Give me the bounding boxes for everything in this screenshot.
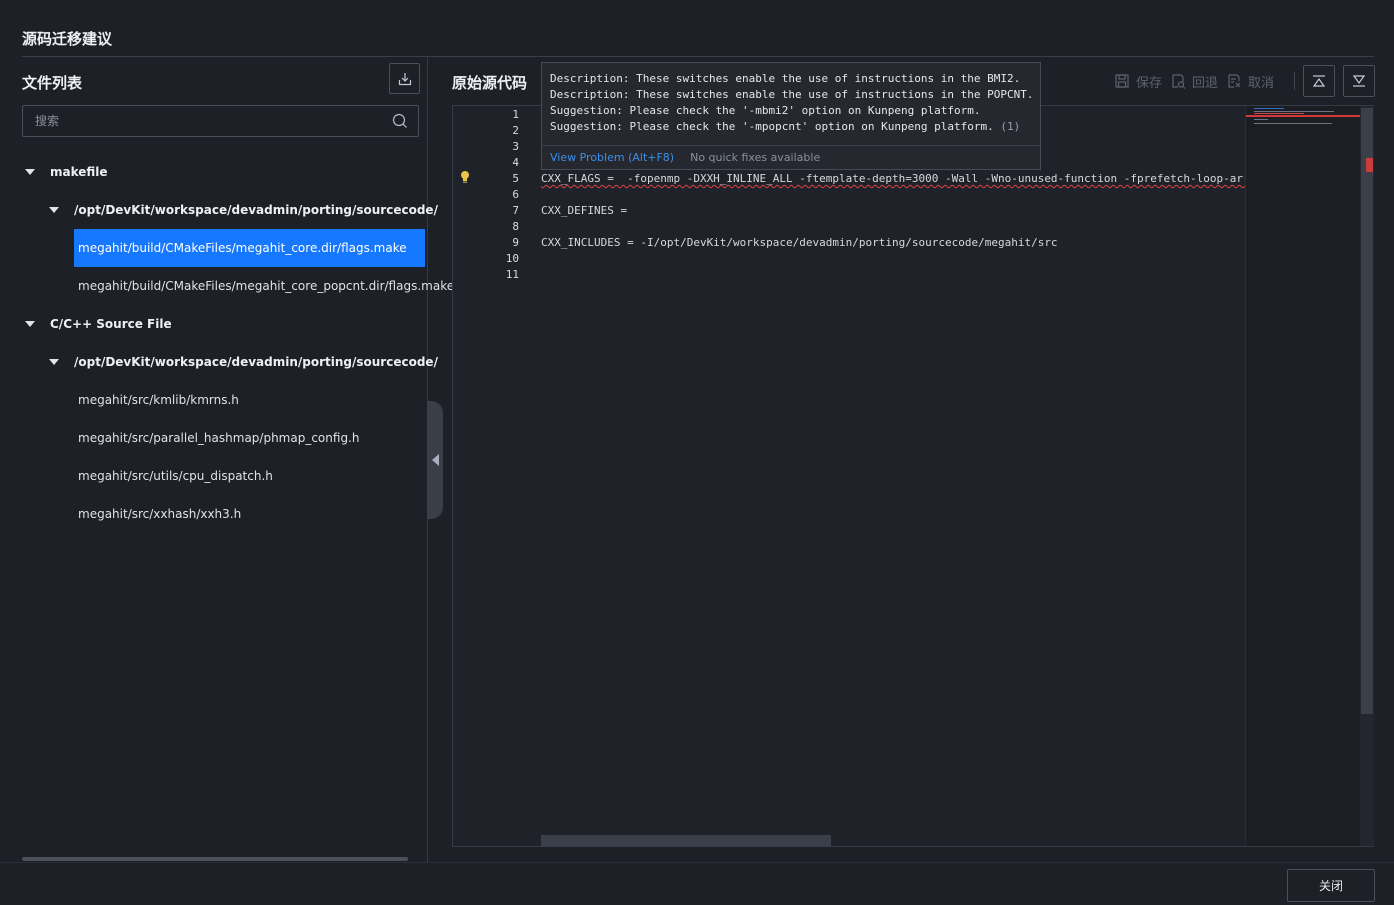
line-number: 9 xyxy=(512,236,519,249)
tree-folder[interactable]: /opt/DevKit/workspace/devadmin/porting/s… xyxy=(0,343,438,381)
revert-button[interactable]: 回退 xyxy=(1170,72,1218,91)
line-number: 11 xyxy=(505,268,519,281)
tree-file-label: megahit/build/CMakeFiles/megahit_core.di… xyxy=(78,241,407,255)
line-number: 4 xyxy=(512,156,519,169)
next-issue-button[interactable] xyxy=(1343,65,1375,97)
arrow-up-icon xyxy=(1312,75,1326,87)
line-number: 3 xyxy=(512,140,519,153)
problem-message: Suggestion: Please check the '-mpopcnt' … xyxy=(550,120,994,133)
hover-status-bar: View Problem (Alt+F8) No quick fixes ava… xyxy=(542,145,1040,169)
tree-group-cpp-source[interactable]: C/C++ Source File xyxy=(0,305,428,343)
tree-folder-label: /opt/DevKit/workspace/devadmin/porting/s… xyxy=(74,355,438,369)
close-button[interactable]: 关闭 xyxy=(1287,869,1375,902)
minimap-line xyxy=(1254,119,1268,120)
cancel-button[interactable]: 取消 xyxy=(1226,72,1274,91)
line-number: 8 xyxy=(512,220,519,233)
error-marker xyxy=(1366,158,1373,172)
chevron-left-icon xyxy=(431,454,439,466)
caret-down-icon[interactable] xyxy=(49,359,59,365)
view-problem-link[interactable]: View Problem (Alt+F8) xyxy=(550,151,674,164)
vertical-scrollbar[interactable] xyxy=(1360,106,1374,846)
problem-message: Suggestion: Please check the '-mbmi2' op… xyxy=(550,104,981,117)
tree-file-item[interactable]: megahit/build/CMakeFiles/megahit_core.di… xyxy=(74,229,425,267)
tree-folder[interactable]: /opt/DevKit/workspace/devadmin/porting/s… xyxy=(0,191,438,229)
tree-group-makefile[interactable]: makefile xyxy=(0,153,428,191)
problem-message: Description: These switches enable the u… xyxy=(550,72,1021,85)
search-icon[interactable] xyxy=(392,113,408,129)
minimap[interactable] xyxy=(1245,106,1362,846)
minimap-line xyxy=(1254,111,1334,112)
tree-file-item[interactable]: megahit/src/kmlib/kmrns.h xyxy=(74,381,425,419)
line-number-gutter: 1 2 3 4 5 6 7 8 9 10 11 xyxy=(453,106,539,846)
code-line: CXX_FLAGS = -fopenmp -DXXH_INLINE_ALL -f… xyxy=(541,172,1247,185)
line-number: 5 xyxy=(512,172,519,185)
cancel-icon xyxy=(1228,74,1241,88)
caret-down-icon[interactable] xyxy=(49,207,59,213)
collapse-panel-handle[interactable] xyxy=(427,401,443,519)
problem-hover-popup: Description: These switches enable the u… xyxy=(541,62,1041,170)
tree-file-label: megahit/src/parallel_hashmap/phmap_confi… xyxy=(78,431,360,445)
tree-file-label: megahit/build/CMakeFiles/megahit_core_po… xyxy=(78,279,455,293)
code-area[interactable]: CXX_FLAGS = -fopenmp -DXXH_INLINE_ALL -f… xyxy=(541,106,1247,846)
previous-issue-button[interactable] xyxy=(1303,65,1335,97)
line-number: 1 xyxy=(512,108,519,121)
search-field[interactable] xyxy=(22,105,419,137)
arrow-down-icon xyxy=(1352,75,1366,87)
scrollbar-thumb[interactable] xyxy=(1361,108,1373,714)
source-heading: 原始源代码 xyxy=(452,74,528,92)
tree-file-label: megahit/src/kmlib/kmrns.h xyxy=(78,393,239,407)
minimap-line xyxy=(1254,113,1304,114)
revert-icon xyxy=(1172,74,1186,89)
code-editor[interactable]: 1 2 3 4 5 6 7 8 9 10 11 CXX_FLAGS = -fop… xyxy=(452,105,1374,847)
line-number: 2 xyxy=(512,124,519,137)
no-quick-fixes-text: No quick fixes available xyxy=(690,151,821,164)
save-label: 保存 xyxy=(1136,75,1163,91)
editor-toolbar: 保存 回退 取消 xyxy=(1106,66,1274,96)
line-number: 6 xyxy=(512,188,519,201)
tree-file-label: megahit/src/xxhash/xxh3.h xyxy=(78,507,242,521)
problem-message: Description: These switches enable the u… xyxy=(550,88,1034,101)
download-icon xyxy=(398,72,411,85)
toolbar-divider xyxy=(1294,72,1295,90)
file-list-heading: 文件列表 xyxy=(22,74,83,92)
caret-down-icon[interactable] xyxy=(25,321,35,327)
tree-group-label: C/C++ Source File xyxy=(50,317,172,331)
tree-folder-label: /opt/DevKit/workspace/devadmin/porting/s… xyxy=(74,203,438,217)
lightbulb-icon[interactable] xyxy=(459,170,471,184)
tree-file-label: megahit/src/utils/cpu_dispatch.h xyxy=(78,469,273,483)
save-button[interactable]: 保存 xyxy=(1114,72,1162,91)
minimap-current-line xyxy=(1246,115,1362,117)
horizontal-scrollbar[interactable] xyxy=(541,835,831,847)
revert-label: 回退 xyxy=(1192,75,1219,91)
dialog-title: 源码迁移建议 xyxy=(22,30,113,48)
code-line: CXX_DEFINES = xyxy=(541,204,628,217)
tree-group-label: makefile xyxy=(50,165,108,179)
tree-file-item[interactable]: megahit/src/parallel_hashmap/phmap_confi… xyxy=(74,419,425,457)
file-list-panel: 文件列表 makefile /opt/DevKit/workspace/deva… xyxy=(0,57,454,862)
line-number: 10 xyxy=(505,252,519,265)
caret-down-icon[interactable] xyxy=(25,169,35,175)
minimap-line xyxy=(1254,108,1284,109)
code-line: CXX_INCLUDES = -I/opt/DevKit/workspace/d… xyxy=(541,236,1058,249)
minimap-line xyxy=(1254,123,1332,124)
footer-divider xyxy=(0,862,1394,863)
tree-file-item[interactable]: megahit/build/CMakeFiles/megahit_core_po… xyxy=(74,267,454,305)
problem-count: (1) xyxy=(1000,120,1021,133)
search-input[interactable] xyxy=(23,106,383,136)
download-button[interactable] xyxy=(389,63,420,94)
save-icon xyxy=(1115,74,1129,88)
cancel-label: 取消 xyxy=(1248,75,1275,91)
tree-file-item[interactable]: megahit/src/utils/cpu_dispatch.h xyxy=(74,457,425,495)
line-number: 7 xyxy=(512,204,519,217)
horizontal-scrollbar[interactable] xyxy=(22,857,408,861)
tree-file-item[interactable]: megahit/src/xxhash/xxh3.h xyxy=(74,495,425,533)
